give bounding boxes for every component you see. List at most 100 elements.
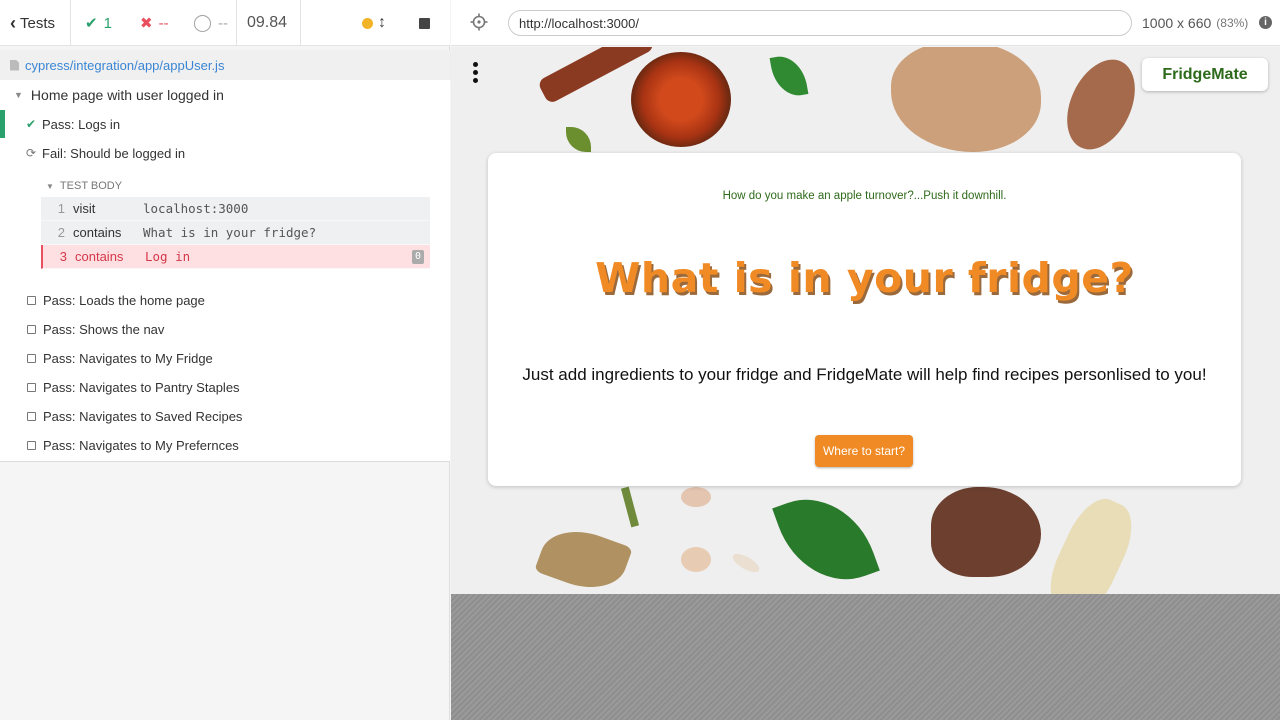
selector-playground-icon[interactable] (470, 13, 488, 31)
pending-square-icon (27, 324, 36, 334)
pending-count: ◯ -- (193, 0, 228, 46)
pending-value: -- (218, 14, 229, 32)
refresh-icon: ⟳ (25, 146, 37, 160)
viewport-zoom: (83%) (1216, 16, 1249, 30)
test-body-label: TEST BODY (59, 180, 123, 192)
command-name: contains (73, 225, 122, 240)
bay-leaf-image (534, 519, 633, 594)
aut-toolbar: http://localhost:3000/ 1000 x 660 (83%) … (451, 0, 1280, 46)
runnables-list: ▼ Home page with user logged in ✔ Pass: … (0, 80, 450, 462)
command-row-failed[interactable]: 3 contains Log in 0 (41, 245, 430, 269)
command-log: ▼ TEST BODY 1 visit localhost:3000 2 con… (40, 175, 430, 269)
where-to-start-button[interactable]: Where to start? (815, 435, 913, 467)
leaf-image (772, 481, 880, 594)
autoscroll-toggle-icon[interactable]: ↕ (378, 0, 386, 46)
divider (236, 0, 237, 46)
suite-title[interactable]: ▼ Home page with user logged in (14, 86, 464, 104)
pending-square-icon (27, 382, 36, 392)
viewport-size: 1000 x 660 (83%) (1142, 0, 1248, 46)
viewport-background (451, 594, 1280, 720)
caret-down-icon: ▼ (46, 181, 54, 191)
test-item[interactable]: Pass: Navigates to My Fridge (0, 344, 450, 372)
joke-text: How do you make an apple turnover?...Pus… (722, 190, 1007, 202)
test-label: Pass: Navigates to Saved Recipes (43, 408, 243, 424)
leaf-image (769, 52, 809, 100)
app-preview: FridgeMate How do you make an apple turn… (451, 47, 1280, 594)
command-row[interactable]: 2 contains What is in your fridge? (41, 221, 430, 245)
parsnip-image (1038, 489, 1144, 594)
command-name: visit (73, 201, 96, 216)
suite-title-label: Home page with user logged in (30, 87, 224, 103)
command-number: 1 (57, 201, 65, 216)
stop-button[interactable] (419, 0, 430, 46)
check-icon: ✔ (85, 15, 98, 32)
circle-icon: ◯ (193, 13, 213, 32)
ginger-image (931, 487, 1041, 577)
x-icon: ✖ (140, 15, 153, 32)
test-label: Fail: Should be logged in (42, 145, 186, 161)
duration: 09.84 (247, 14, 288, 31)
leaf-image (566, 127, 591, 152)
pending-square-icon (27, 440, 36, 450)
test-body-header[interactable]: ▼ TEST BODY (40, 175, 430, 197)
failed-count: ✖ -- (140, 0, 169, 46)
test-label: Pass: Logs in (42, 116, 121, 132)
ginger-image (891, 47, 1041, 152)
dried-fruit-image (631, 52, 731, 147)
hero-subtitle: Just add ingredients to your fridge and … (522, 365, 1207, 384)
info-icon[interactable]: i (1259, 16, 1272, 29)
spec-path-link[interactable]: cypress/integration/app/appUser.js (25, 58, 224, 73)
command-number: 2 (57, 225, 65, 240)
element-count-badge: 0 (412, 250, 424, 264)
passed-count: ✔ 1 (85, 0, 112, 46)
command-row[interactable]: 1 visit localhost:3000 (41, 197, 430, 221)
command-name: contains (75, 249, 124, 264)
failed-value: -- (158, 14, 169, 32)
caret-down-icon: ▼ (14, 90, 23, 100)
pass-indicator (0, 110, 5, 138)
reporter-panel: ‹ Tests ✔ 1 ✖ -- ◯ -- 09.84 ↕ cypress/in… (0, 0, 450, 720)
test-label: Pass: Shows the nav (43, 321, 165, 337)
test-item[interactable]: Pass: Loads the home page (0, 286, 450, 314)
test-label: Pass: Navigates to My Fridge (43, 350, 213, 366)
file-icon (10, 59, 19, 71)
hero-title: What is in your fridge? (595, 254, 1134, 302)
hero-card: How do you make an apple turnover?...Pus… (488, 153, 1241, 486)
test-item[interactable]: Pass: Navigates to My Prefernces (0, 431, 450, 459)
menu-dots-icon[interactable] (473, 62, 479, 83)
check-icon: ✔ (25, 117, 37, 131)
pending-square-icon (27, 411, 36, 421)
tests-label: Tests (20, 14, 56, 32)
command-message: What is in your fridge? (143, 225, 317, 240)
stop-icon (419, 17, 430, 29)
test-label: Pass: Navigates to Pantry Staples (43, 379, 240, 395)
divider (70, 0, 71, 46)
chevron-left-icon: ‹ (10, 12, 16, 33)
brand-logo[interactable]: FridgeMate (1142, 58, 1268, 91)
test-label: Pass: Navigates to My Prefernces (43, 437, 239, 453)
pending-square-icon (27, 353, 36, 363)
tests-button[interactable]: ‹ Tests (10, 0, 55, 46)
test-item[interactable]: Pass: Shows the nav (0, 315, 450, 343)
stats-header: ‹ Tests ✔ 1 ✖ -- ◯ -- 09.84 ↕ (0, 0, 450, 46)
test-label: Pass: Loads the home page (43, 292, 205, 308)
garlic-image (681, 487, 711, 507)
test-item[interactable]: ⟳ Fail: Should be logged in (0, 139, 450, 167)
running-indicator-icon (362, 0, 373, 46)
herb-image (620, 486, 640, 528)
passed-value: 1 (103, 14, 112, 32)
garlic-image (681, 547, 711, 572)
ginger-image (1053, 48, 1149, 161)
pending-square-icon (27, 295, 36, 305)
test-item[interactable]: ✔ Pass: Logs in (0, 110, 450, 138)
test-item[interactable]: Pass: Navigates to Pantry Staples (0, 373, 450, 401)
garlic-image (730, 550, 762, 576)
test-item[interactable]: Pass: Navigates to Saved Recipes (0, 402, 450, 430)
divider (300, 0, 301, 46)
command-message: localhost:3000 (143, 201, 249, 216)
spec-file-bar: cypress/integration/app/appUser.js (0, 50, 450, 80)
viewport-dimensions: 1000 x 660 (1142, 15, 1212, 31)
command-number: 3 (59, 249, 67, 264)
command-message: Log in (145, 249, 191, 264)
url-input[interactable]: http://localhost:3000/ (508, 10, 1132, 36)
